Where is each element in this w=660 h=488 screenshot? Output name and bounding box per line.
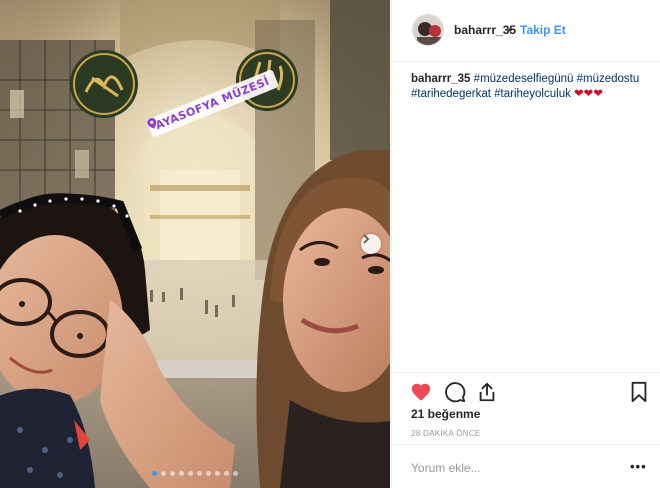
action-bar <box>392 372 660 408</box>
carousel-dot <box>188 471 193 476</box>
bookmark-icon[interactable] <box>628 381 650 403</box>
carousel-dot <box>179 471 184 476</box>
carousel-dot <box>233 471 238 476</box>
carousel-dot <box>224 471 229 476</box>
comment-icon[interactable] <box>444 381 466 403</box>
hashtag[interactable]: #müzedeselfiegünü <box>474 73 574 85</box>
header-username[interactable]: baharrr_35 <box>454 23 516 37</box>
carousel-dot <box>152 471 157 476</box>
post-header: baharrr_35 • Takip Et <box>392 0 660 62</box>
avatar-image <box>413 15 443 45</box>
carousel-indicator <box>0 471 390 476</box>
post-sidebar: baharrr_35 • Takip Et baharrr_35 #müzede… <box>391 0 660 488</box>
carousel-dot <box>170 471 175 476</box>
chevron-right-icon <box>363 234 370 244</box>
hashtag[interactable]: #müzedostu <box>577 73 640 85</box>
hashtag[interactable]: #tariheyolculuk <box>494 88 571 100</box>
hashtag[interactable]: #tarihedegerkat <box>411 88 491 100</box>
follow-button[interactable]: Takip Et <box>520 23 566 37</box>
comment-input[interactable] <box>411 459 611 477</box>
caption-username[interactable]: baharrr_35 <box>411 73 470 85</box>
carousel-dot <box>161 471 166 476</box>
post-caption: baharrr_35 #müzedeselfiegünü #müzedostu … <box>411 72 651 102</box>
post-photo[interactable]: AYASOFYA MÜZESİ <box>0 0 390 488</box>
photo-scene <box>0 0 390 488</box>
header-separator: • <box>508 23 513 37</box>
carousel-dot <box>206 471 211 476</box>
heart-icon[interactable] <box>410 381 432 403</box>
more-options-button[interactable]: ••• <box>630 459 647 474</box>
carousel-dot <box>215 471 220 476</box>
like-count[interactable]: 21 beğenme <box>411 407 480 421</box>
comment-box: ••• <box>392 444 660 488</box>
carousel-dot <box>197 471 202 476</box>
caption-hearts: ❤❤❤ <box>574 88 603 100</box>
carousel-next-button[interactable] <box>361 234 381 254</box>
post-timestamp: 28 DAKİKA ÖNCE <box>411 429 481 438</box>
avatar[interactable] <box>412 14 444 46</box>
share-icon[interactable] <box>476 381 498 403</box>
instagram-post: AYASOFYA MÜZESİ baharrr_35 • Takip Et ba… <box>0 0 660 488</box>
